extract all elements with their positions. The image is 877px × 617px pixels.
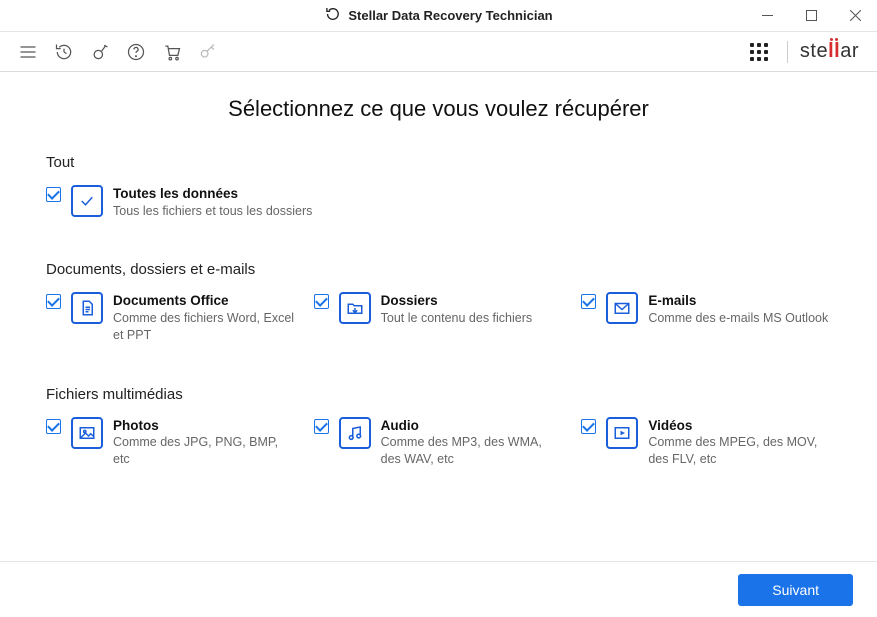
cart-button[interactable] — [156, 36, 188, 68]
checkbox-office-documents[interactable] — [46, 294, 61, 309]
option-folders[interactable]: Dossiers Tout le contenu des fichiers — [314, 292, 564, 343]
option-desc: Tout le contenu des fichiers — [381, 310, 532, 327]
option-text: E-mails Comme des e-mails MS Outlook — [648, 292, 828, 326]
checkbox-folders[interactable] — [314, 294, 329, 309]
menu-button[interactable] — [12, 36, 44, 68]
toolbar-right: stellar — [743, 36, 865, 68]
option-desc: Comme des fichiers Word, Excel et PPT — [113, 310, 296, 344]
help-button[interactable] — [120, 36, 152, 68]
envelope-icon — [606, 292, 638, 324]
history-button[interactable] — [48, 36, 80, 68]
brand-highlight: ll — [828, 40, 840, 63]
toolbar: stellar — [0, 32, 877, 72]
option-all-data[interactable]: Toutes les données Tous les fichiers et … — [46, 185, 831, 219]
option-videos[interactable]: Vidéos Comme des MPEG, des MOV, des FLV,… — [581, 417, 831, 468]
option-emails[interactable]: E-mails Comme des e-mails MS Outlook — [581, 292, 831, 343]
grid-icon — [750, 43, 768, 61]
section-label-documents: Documents, dossiers et e-mails — [46, 261, 831, 278]
checkbox-emails[interactable] — [581, 294, 596, 309]
option-desc: Tous les fichiers et tous les dossiers — [113, 203, 312, 220]
check-icon — [71, 185, 103, 217]
window-controls — [745, 0, 877, 31]
footer-bar: Suivant — [0, 561, 877, 617]
option-desc: Comme des MP3, des WMA, des WAV, etc — [381, 434, 564, 468]
titlebar: Stellar Data Recovery Technician — [0, 0, 877, 32]
checkbox-all-data[interactable] — [46, 187, 61, 202]
brand-logo: stellar — [800, 40, 865, 63]
music-icon — [339, 417, 371, 449]
page-title: Sélectionnez ce que vous voulez récupére… — [46, 96, 831, 122]
folder-icon — [339, 292, 371, 324]
close-button[interactable] — [833, 0, 877, 31]
option-audio[interactable]: Audio Comme des MP3, des WMA, des WAV, e… — [314, 417, 564, 468]
option-text: Dossiers Tout le contenu des fichiers — [381, 292, 532, 326]
apps-button[interactable] — [743, 36, 775, 68]
section-label-all: Tout — [46, 154, 831, 171]
image-icon — [71, 417, 103, 449]
option-desc: Comme des JPG, PNG, BMP, etc — [113, 434, 296, 468]
window-title: Stellar Data Recovery Technician — [348, 8, 552, 23]
option-text: Toutes les données Tous les fichiers et … — [113, 185, 312, 219]
titlebar-center: Stellar Data Recovery Technician — [324, 6, 552, 25]
option-photos[interactable]: Photos Comme des JPG, PNG, BMP, etc — [46, 417, 296, 468]
option-office-documents[interactable]: Documents Office Comme des fichiers Word… — [46, 292, 296, 343]
lab-button[interactable] — [84, 36, 116, 68]
section-label-multimedia: Fichiers multimédias — [46, 386, 831, 403]
option-title: Dossiers — [381, 292, 532, 310]
play-icon — [606, 417, 638, 449]
option-text: Audio Comme des MP3, des WMA, des WAV, e… — [381, 417, 564, 468]
brand-post: ar — [840, 40, 859, 63]
app-icon — [324, 6, 340, 25]
option-title: E-mails — [648, 292, 828, 310]
checkbox-audio[interactable] — [314, 419, 329, 434]
checkbox-photos[interactable] — [46, 419, 61, 434]
option-desc: Comme des e-mails MS Outlook — [648, 310, 828, 327]
option-title: Audio — [381, 417, 564, 435]
option-title: Toutes les données — [113, 185, 312, 203]
option-text: Photos Comme des JPG, PNG, BMP, etc — [113, 417, 296, 468]
document-icon — [71, 292, 103, 324]
option-text: Documents Office Comme des fichiers Word… — [113, 292, 296, 343]
option-title: Documents Office — [113, 292, 296, 310]
brand-pre: ste — [800, 40, 828, 63]
toolbar-divider — [787, 41, 788, 63]
maximize-button[interactable] — [789, 0, 833, 31]
checkbox-videos[interactable] — [581, 419, 596, 434]
option-text: Vidéos Comme des MPEG, des MOV, des FLV,… — [648, 417, 831, 468]
option-title: Photos — [113, 417, 296, 435]
next-button[interactable]: Suivant — [738, 574, 853, 606]
content: Sélectionnez ce que vous voulez récupére… — [0, 72, 877, 561]
minimize-button[interactable] — [745, 0, 789, 31]
option-title: Vidéos — [648, 417, 831, 435]
key-button[interactable] — [192, 36, 224, 68]
option-desc: Comme des MPEG, des MOV, des FLV, etc — [648, 434, 831, 468]
